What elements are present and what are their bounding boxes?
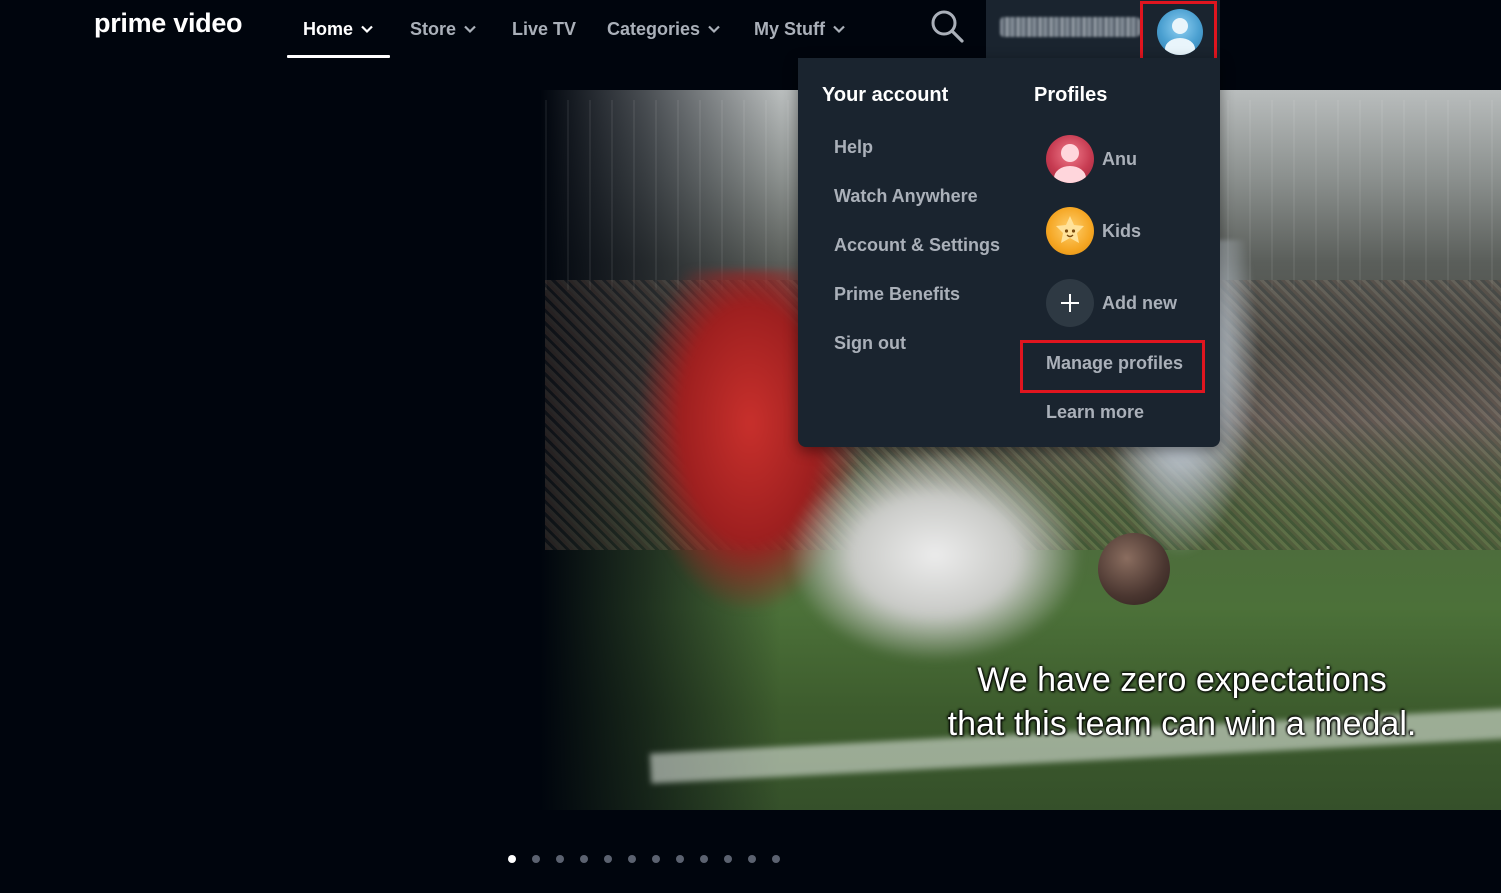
help-link[interactable]: Help bbox=[834, 137, 873, 158]
prime-benefits-link[interactable]: Prime Benefits bbox=[834, 284, 960, 305]
video-subtitle: We have zero expectations that this team… bbox=[880, 658, 1484, 746]
account-name-redacted bbox=[1000, 17, 1140, 37]
carousel-dot[interactable] bbox=[556, 855, 564, 863]
player-sliding bbox=[790, 450, 1080, 660]
football bbox=[1098, 533, 1170, 605]
user-avatar-icon bbox=[1157, 9, 1203, 55]
carousel-dot[interactable] bbox=[604, 855, 612, 863]
chevron-down-icon bbox=[708, 25, 720, 34]
carousel-dot[interactable] bbox=[772, 855, 780, 863]
watch-anywhere-link[interactable]: Watch Anywhere bbox=[834, 186, 978, 207]
carousel-dot[interactable] bbox=[532, 855, 540, 863]
nav-my-stuff[interactable]: My Stuff bbox=[754, 0, 846, 58]
profile-kids-label: Kids bbox=[1102, 220, 1142, 241]
kids-avatar-icon bbox=[1046, 207, 1094, 255]
carousel-pagination bbox=[508, 855, 780, 863]
nav-live-tv[interactable]: Live TV bbox=[512, 0, 576, 58]
prime-video-logo[interactable]: prime video bbox=[94, 8, 243, 39]
carousel-dot[interactable] bbox=[700, 855, 708, 863]
plus-icon bbox=[1046, 279, 1094, 327]
sign-out-link[interactable]: Sign out bbox=[834, 333, 906, 354]
profile-anu-label: Anu bbox=[1102, 148, 1137, 169]
learn-more-link[interactable]: Learn more bbox=[1046, 402, 1144, 423]
search-button[interactable] bbox=[927, 6, 967, 46]
carousel-dot[interactable] bbox=[580, 855, 588, 863]
carousel-dot[interactable] bbox=[676, 855, 684, 863]
carousel-dot[interactable] bbox=[652, 855, 660, 863]
nav-categories[interactable]: Categories bbox=[607, 0, 721, 58]
search-icon bbox=[931, 10, 964, 43]
profile-kids[interactable]: Kids bbox=[1046, 206, 1141, 256]
add-new-label: Add new bbox=[1102, 292, 1177, 313]
carousel-dot[interactable] bbox=[724, 855, 732, 863]
nav-categories-label: Categories bbox=[607, 18, 701, 39]
nav-home[interactable]: Home bbox=[286, 0, 391, 58]
carousel-dot[interactable] bbox=[628, 855, 636, 863]
account-settings-link[interactable]: Account & Settings bbox=[834, 235, 1000, 256]
nav-store[interactable]: Store bbox=[410, 0, 477, 58]
hero-banner[interactable]: We have zero expectations that this team… bbox=[0, 90, 1501, 810]
your-account-heading: Your account bbox=[822, 84, 949, 106]
subtitle-line-1: We have zero expectations bbox=[977, 661, 1387, 699]
profiles-heading: Profiles bbox=[1034, 84, 1108, 106]
add-new-profile[interactable]: Add new bbox=[1046, 278, 1177, 328]
chevron-down-icon bbox=[833, 25, 845, 34]
subtitle-line-2: that this team can win a medal. bbox=[947, 705, 1417, 743]
chevron-down-icon bbox=[361, 25, 373, 34]
profile-anu[interactable]: Anu bbox=[1046, 134, 1137, 184]
account-avatar-button[interactable] bbox=[1140, 1, 1217, 63]
manage-profiles-link[interactable]: Manage profiles bbox=[1046, 353, 1183, 374]
top-navbar: prime video Home Store Live TV Categorie… bbox=[0, 0, 1501, 63]
account-dropdown-menu: Your account Help Watch Anywhere Account… bbox=[798, 58, 1220, 447]
nav-store-label: Store bbox=[410, 18, 457, 39]
carousel-dot[interactable] bbox=[508, 855, 516, 863]
chevron-down-icon bbox=[464, 25, 476, 34]
nav-my-stuff-label: My Stuff bbox=[754, 18, 825, 39]
carousel-dot[interactable] bbox=[748, 855, 756, 863]
nav-live-tv-label: Live TV bbox=[512, 18, 577, 39]
user-avatar-icon bbox=[1046, 135, 1094, 183]
nav-home-label: Home bbox=[303, 18, 354, 39]
